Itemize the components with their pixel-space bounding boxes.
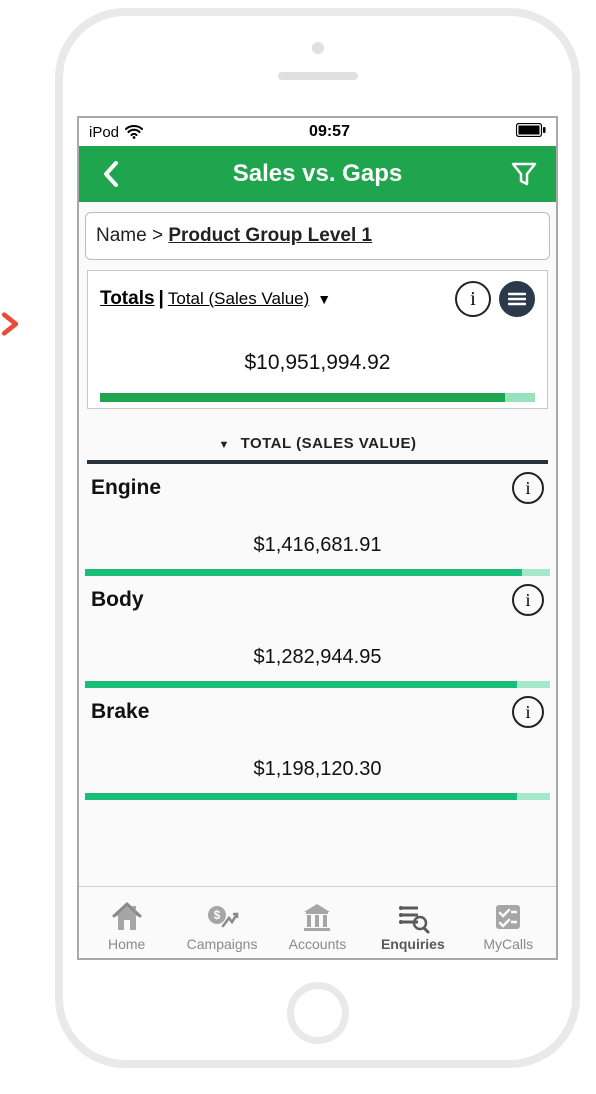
mycalls-icon (491, 900, 525, 934)
speaker-slot (278, 72, 358, 80)
filter-button[interactable] (504, 159, 544, 189)
row-value: $1,282,944.95 (91, 646, 544, 669)
tab-campaigns[interactable]: $ Campaigns (182, 900, 262, 952)
row-bar (85, 793, 550, 800)
campaigns-icon: $ (205, 900, 239, 934)
totals-value: $10,951,994.92 (100, 351, 535, 375)
row-bar (85, 569, 550, 576)
chevron-down-icon: ▼ (317, 291, 331, 307)
camera-dot (312, 42, 324, 54)
breadcrumb-root: Name (96, 225, 147, 246)
app-screen: iPod 09:57 Sales (77, 116, 558, 960)
battery-icon (516, 123, 546, 137)
tab-label: Campaigns (187, 936, 258, 952)
status-bar: iPod 09:57 (79, 118, 556, 146)
row-info-button[interactable]: i (512, 584, 544, 616)
row-value: $1,416,681.91 (91, 534, 544, 557)
totals-label-sub: Total (Sales Value) (168, 289, 309, 309)
row-name: Brake (91, 700, 149, 724)
back-button[interactable] (91, 159, 131, 189)
breadcrumb-sep: > (152, 225, 163, 246)
totals-info-button[interactable]: i (455, 281, 491, 317)
tab-enquiries[interactable]: Enquiries (373, 900, 453, 952)
totals-menu-button[interactable] (499, 281, 535, 317)
device-home-button[interactable] (287, 982, 349, 1044)
breadcrumb-active[interactable]: Product Group Level 1 (168, 225, 372, 246)
tab-home[interactable]: Home (87, 900, 167, 952)
totals-label-main: Totals (100, 288, 155, 310)
row-bar-fill (85, 681, 517, 688)
row-info-button[interactable]: i (512, 696, 544, 728)
tab-label: Home (108, 936, 145, 952)
home-icon (110, 900, 144, 934)
info-icon: i (470, 288, 476, 311)
wifi-icon (125, 125, 143, 139)
info-icon: i (525, 590, 530, 611)
tab-label: Accounts (289, 936, 347, 952)
row-info-button[interactable]: i (512, 472, 544, 504)
enquiries-icon (396, 900, 430, 934)
status-carrier: iPod (89, 124, 119, 141)
row-name: Engine (91, 476, 161, 500)
tab-bar: Home $ Campaigns (79, 886, 556, 958)
content-scroll[interactable]: Name > Product Group Level 1 Totals | To… (79, 202, 556, 886)
totals-bar-fill (100, 393, 505, 402)
list-item[interactable]: Engine i $1,416,681.91 (85, 464, 550, 576)
section-header-label: TOTAL (SALES VALUE) (241, 435, 417, 452)
tab-label: MyCalls (483, 936, 533, 952)
hamburger-icon (508, 292, 526, 306)
row-bar (85, 681, 550, 688)
tab-label: Enquiries (381, 936, 445, 952)
svg-text:$: $ (214, 908, 221, 922)
device-hw (63, 42, 572, 80)
funnel-icon (509, 159, 539, 189)
device-frame: iPod 09:57 Sales (55, 8, 580, 1068)
status-time: 09:57 (309, 123, 350, 141)
row-name: Body (91, 588, 144, 612)
nav-bar: Sales vs. Gaps (79, 146, 556, 202)
totals-metric-selector[interactable]: Totals | Total (Sales Value) ▼ (100, 288, 331, 310)
totals-bar (100, 393, 535, 402)
chevron-left-icon (101, 159, 121, 189)
section-header[interactable]: ▼ TOTAL (SALES VALUE) (85, 435, 550, 452)
breadcrumb[interactable]: Name > Product Group Level 1 (85, 212, 550, 260)
side-caret-icon (0, 310, 24, 338)
triangle-down-icon: ▼ (219, 439, 230, 451)
info-icon: i (525, 478, 530, 499)
tab-mycalls[interactable]: MyCalls (468, 900, 548, 952)
list-item[interactable]: Brake i $1,198,120.30 (85, 688, 550, 800)
totals-card: Totals | Total (Sales Value) ▼ i (87, 270, 548, 409)
info-icon: i (525, 702, 530, 723)
totals-label-sep: | (159, 288, 164, 310)
list-item[interactable]: Body i $1,282,944.95 (85, 576, 550, 688)
tab-accounts[interactable]: Accounts (277, 900, 357, 952)
row-value: $1,198,120.30 (91, 758, 544, 781)
row-bar-fill (85, 569, 522, 576)
accounts-icon (300, 900, 334, 934)
page-title: Sales vs. Gaps (233, 160, 402, 188)
row-bar-fill (85, 793, 517, 800)
